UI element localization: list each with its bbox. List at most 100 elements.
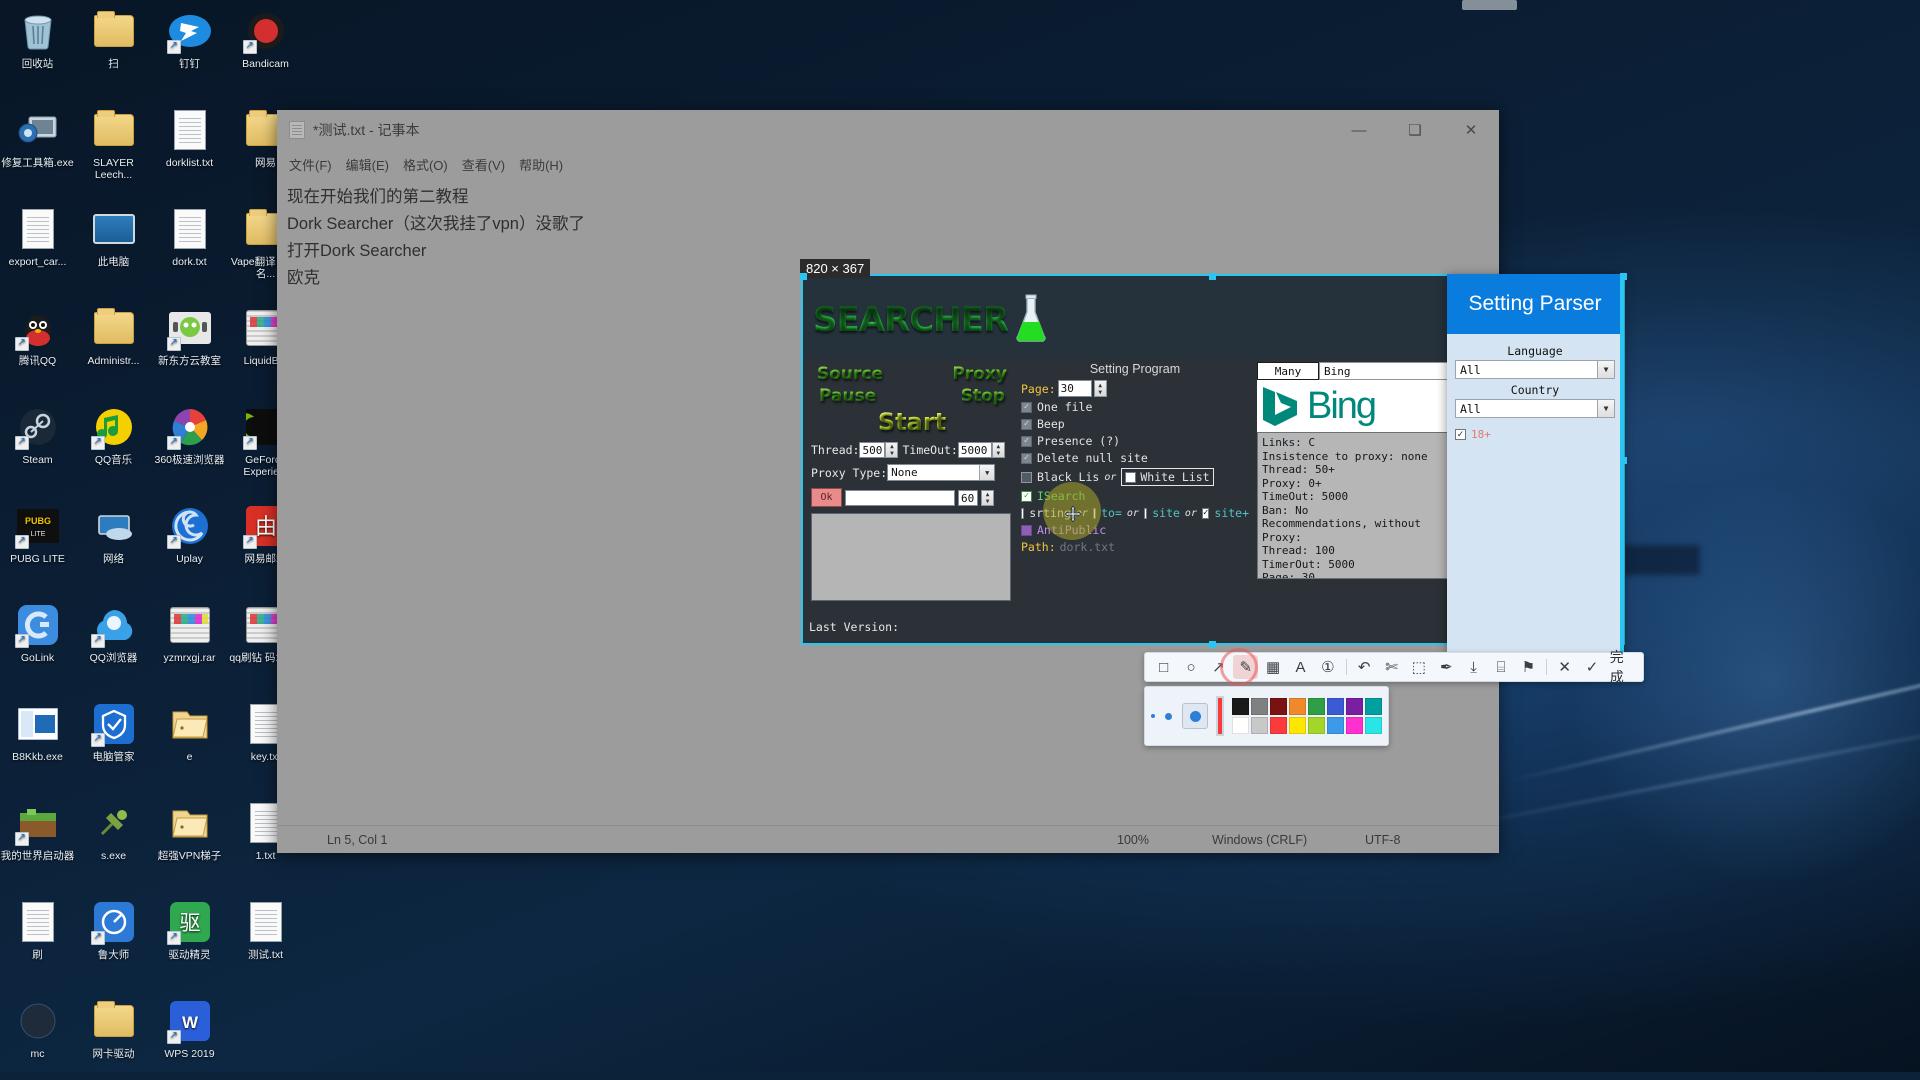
desktop-icon[interactable]: 网卡驱动 bbox=[76, 998, 151, 1060]
translate-icon[interactable]: ⬚ bbox=[1406, 655, 1431, 679]
adult-filter-row[interactable]: ✓ 18+ bbox=[1455, 428, 1615, 441]
save-device-icon[interactable]: ⌸ bbox=[1488, 655, 1513, 679]
desktop-icon[interactable]: yzmrxgj.rar bbox=[152, 602, 227, 664]
ok-stepper[interactable]: ▲ ▼ bbox=[981, 489, 994, 506]
desktop-icon[interactable]: QQ浏览器 bbox=[76, 602, 151, 664]
selection-handle-right-center[interactable] bbox=[1620, 457, 1627, 464]
selection-handle-top-right[interactable] bbox=[1620, 273, 1627, 280]
pause-button[interactable]: Pause bbox=[819, 386, 876, 406]
desktop-icon[interactable]: 腾讯QQ bbox=[0, 305, 75, 367]
desktop-icon[interactable]: 超强VPN梯子 bbox=[152, 800, 227, 862]
stroke-size-group[interactable] bbox=[1151, 703, 1208, 729]
color-swatch[interactable] bbox=[1289, 717, 1306, 734]
proxy-button[interactable]: Proxy bbox=[952, 364, 1007, 384]
selection-handle-top-left[interactable] bbox=[800, 273, 807, 280]
proxy-type-select[interactable]: None ▼ bbox=[887, 464, 996, 481]
ellipse-icon[interactable]: ○ bbox=[1178, 655, 1203, 679]
color-swatch[interactable] bbox=[1308, 698, 1325, 715]
annotation-tool-row[interactable]: □ ○ ↗ ✎ ▦ A ① ↶ ✄ ⬚ ✒ ⤓ ⌸ ⚑ ✕ ✓ 完成 bbox=[1144, 648, 1644, 686]
checkbox-icon-adult[interactable]: ✓ bbox=[1455, 429, 1466, 440]
notepad-titlebar[interactable]: *测试.txt - 记事本 — ❑ ✕ bbox=[277, 110, 1499, 150]
color-swatch[interactable] bbox=[1251, 698, 1268, 715]
language-select[interactable]: All ▼ bbox=[1455, 360, 1615, 379]
thread-stepper[interactable]: ▲ ▼ bbox=[885, 442, 899, 458]
desktop-icon[interactable]: 鲁大师 bbox=[76, 899, 151, 961]
color-swatch[interactable] bbox=[1365, 698, 1382, 715]
desktop-icon[interactable]: 网络 bbox=[76, 503, 151, 565]
timeout-input[interactable]: 5000 bbox=[957, 442, 992, 458]
desktop-icon[interactable]: B8Kkb.exe bbox=[0, 701, 75, 763]
color-swatch[interactable] bbox=[1346, 698, 1363, 715]
mosaic-icon[interactable]: ▦ bbox=[1260, 655, 1285, 679]
country-select[interactable]: All ▼ bbox=[1455, 399, 1615, 418]
desktop-icon[interactable]: 此电脑 bbox=[76, 206, 151, 268]
timeout-stepper[interactable]: ▲ ▼ bbox=[991, 442, 1005, 458]
ok-button[interactable]: Ok bbox=[811, 488, 842, 507]
desktop-icon[interactable]: 扫 bbox=[76, 8, 151, 70]
desktop-icon[interactable]: Bandicam bbox=[228, 8, 303, 70]
desktop-icon[interactable]: 回收站 bbox=[0, 8, 75, 70]
blacklist-whitelist-row[interactable]: Black Lis or White List bbox=[1021, 468, 1249, 486]
text-icon[interactable]: A bbox=[1288, 655, 1313, 679]
color-swatch[interactable] bbox=[1327, 698, 1344, 715]
desktop-icon[interactable]: 360极速浏览器 bbox=[152, 404, 227, 466]
serial-number-icon[interactable]: ① bbox=[1315, 655, 1340, 679]
checkbox-icon-srting[interactable] bbox=[1021, 507, 1025, 519]
menu-view[interactable]: 查看(V) bbox=[462, 155, 505, 174]
bookmark-icon[interactable]: ⚑ bbox=[1516, 655, 1541, 679]
stroke-size-medium[interactable] bbox=[1165, 712, 1172, 720]
minimize-button[interactable]: — bbox=[1331, 110, 1387, 150]
rectangle-icon[interactable]: □ bbox=[1151, 655, 1176, 679]
annotation-toolbar[interactable]: □ ○ ↗ ✎ ▦ A ① ↶ ✄ ⬚ ✒ ⤓ ⌸ ⚑ ✕ ✓ 完成 bbox=[1144, 648, 1644, 746]
ocr-extract-icon[interactable]: ✄ bbox=[1379, 655, 1404, 679]
checkbox-one-file[interactable]: ✓ One file bbox=[1021, 400, 1249, 414]
notepad-menubar[interactable]: 文件(F) 编辑(E) 格式(O) 查看(V) 帮助(H) bbox=[277, 150, 1499, 178]
checkbox-icon-site[interactable] bbox=[1143, 507, 1148, 519]
color-swatch[interactable] bbox=[1232, 698, 1249, 715]
checkbox-icon-siteplus[interactable]: ✓ bbox=[1201, 507, 1210, 519]
desktop-icon[interactable]: Steam bbox=[0, 404, 75, 466]
checkbox-icon-blacklist[interactable] bbox=[1021, 471, 1032, 483]
color-swatch[interactable] bbox=[1365, 717, 1382, 734]
start-button[interactable]: Start bbox=[878, 408, 946, 436]
color-palette[interactable] bbox=[1232, 698, 1382, 734]
color-swatch[interactable] bbox=[1308, 717, 1325, 734]
taskbar[interactable] bbox=[0, 1072, 1920, 1080]
color-swatch[interactable] bbox=[1270, 717, 1287, 734]
desktop-icon[interactable]: Administr... bbox=[76, 305, 151, 367]
notepad-window-controls[interactable]: — ❑ ✕ bbox=[1331, 110, 1499, 150]
current-color-swatch[interactable] bbox=[1216, 696, 1224, 736]
checkbox-beep[interactable]: ✓ Beep bbox=[1021, 417, 1249, 431]
stroke-size-large[interactable] bbox=[1182, 703, 1208, 729]
selection-handle-top-center[interactable] bbox=[1209, 273, 1216, 280]
desktop-icon[interactable]: export_car... bbox=[0, 206, 75, 268]
color-swatch[interactable] bbox=[1346, 717, 1363, 734]
maximize-button[interactable]: ❑ bbox=[1387, 110, 1443, 150]
close-button[interactable]: ✕ bbox=[1443, 110, 1499, 150]
desktop-icon[interactable]: e bbox=[152, 701, 227, 763]
desktop-icon[interactable]: s.exe bbox=[76, 800, 151, 862]
undo-icon[interactable]: ↶ bbox=[1351, 655, 1376, 679]
color-swatch[interactable] bbox=[1289, 698, 1306, 715]
menu-edit[interactable]: 编辑(E) bbox=[346, 155, 389, 174]
desktop-icon[interactable]: 驱驱动精灵 bbox=[152, 899, 227, 961]
selection-handle-bottom-center[interactable] bbox=[1209, 641, 1216, 648]
ok-text-input[interactable] bbox=[845, 489, 955, 506]
desktop-icon[interactable]: SLAYER Leech... bbox=[76, 107, 151, 181]
desktop-icon[interactable]: dork.txt bbox=[152, 206, 227, 268]
path-row[interactable]: Path: dork.txt bbox=[1021, 540, 1249, 554]
results-listbox[interactable] bbox=[811, 513, 1011, 601]
color-swatch[interactable] bbox=[1270, 698, 1287, 715]
ok-number-input[interactable]: 60 bbox=[958, 489, 978, 506]
menu-format[interactable]: 格式(O) bbox=[403, 155, 448, 174]
checkbox-icon-whitelist[interactable] bbox=[1125, 471, 1137, 483]
desktop-icon[interactable]: QQ音乐 bbox=[76, 404, 151, 466]
desktop-icon[interactable]: GoLink bbox=[0, 602, 75, 664]
done-button[interactable]: 完成 bbox=[1610, 647, 1637, 687]
confirm-icon[interactable]: ✓ bbox=[1579, 655, 1604, 679]
desktop-icon[interactable]: dorklist.txt bbox=[152, 107, 227, 169]
setting-parser-panel[interactable]: Setting Parser Language All ▼ Country Al… bbox=[1447, 274, 1623, 652]
desktop-icon[interactable]: 修复工具箱.exe bbox=[0, 107, 75, 169]
many-engines-button[interactable]: Many bbox=[1257, 362, 1319, 380]
desktop-icon[interactable]: 我的世界启动器 bbox=[0, 800, 75, 862]
